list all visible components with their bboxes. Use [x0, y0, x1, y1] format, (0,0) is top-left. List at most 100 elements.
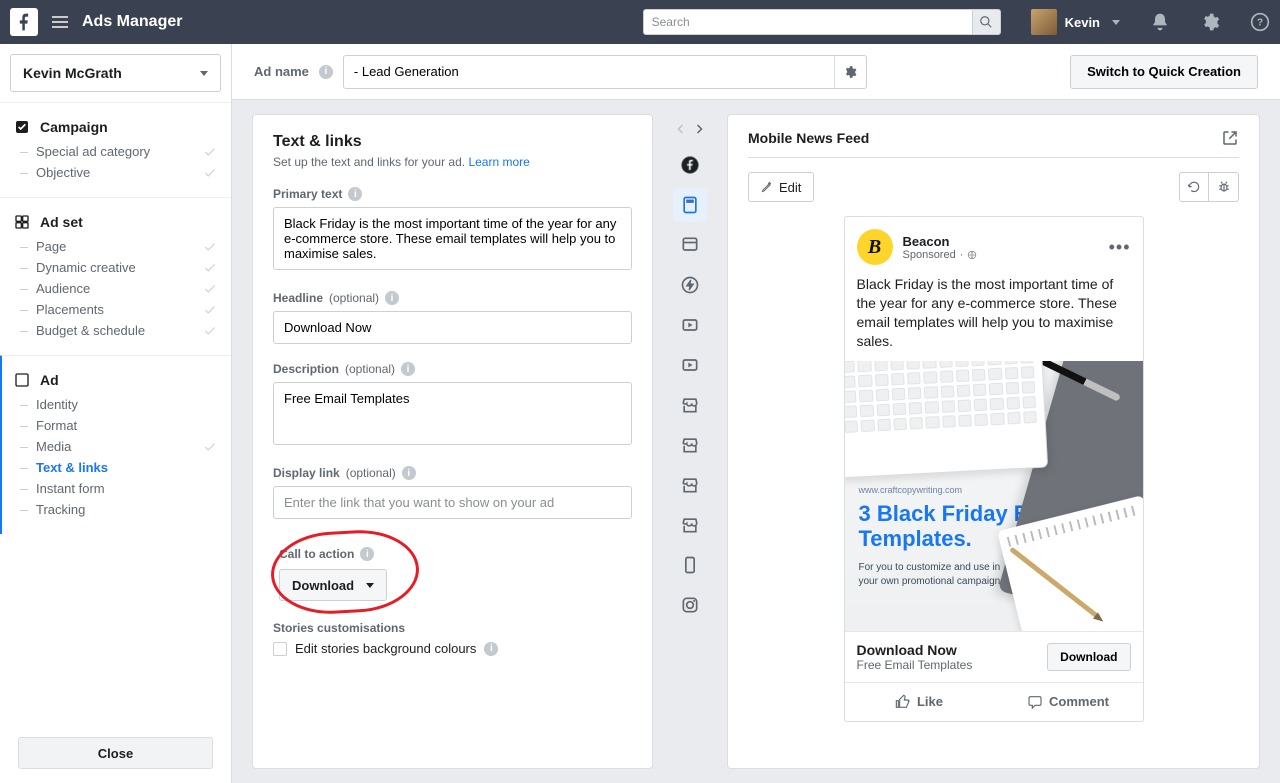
rail-desktop-feed[interactable]: [673, 228, 707, 262]
nav-item[interactable]: Media: [14, 436, 217, 457]
hamburger-icon[interactable]: [52, 16, 68, 28]
like-icon: [895, 694, 911, 710]
like-button[interactable]: Like: [845, 683, 994, 721]
rail-instream-mobile[interactable]: [673, 308, 707, 342]
video-icon: [680, 355, 700, 375]
ad-name-input[interactable]: [344, 64, 834, 79]
nav-item[interactable]: Budget & schedule: [14, 320, 217, 341]
nav-item[interactable]: Instant form: [14, 478, 217, 499]
refresh-icon: [1187, 180, 1201, 194]
rail-mobile-feed[interactable]: [673, 188, 707, 222]
comment-button[interactable]: Comment: [994, 683, 1143, 721]
headline-input[interactable]: [273, 311, 632, 344]
preview-card: Mobile News Feed Edit: [727, 114, 1260, 769]
rail-instagram[interactable]: [673, 588, 707, 622]
cta-selected: Download: [292, 578, 354, 593]
help-icon[interactable]: ?: [1250, 12, 1270, 32]
close-button[interactable]: Close: [18, 737, 213, 769]
brand-logo: B: [857, 229, 893, 265]
top-bar: Ads Manager Kevin ?: [0, 0, 1280, 44]
search-input[interactable]: [643, 9, 973, 35]
nav-item[interactable]: Tracking: [14, 499, 217, 520]
nav-item[interactable]: Identity: [14, 394, 217, 415]
nav-item[interactable]: Dynamic creative: [14, 257, 217, 278]
checkmark-icon: [203, 282, 217, 296]
nav-item[interactable]: Audience: [14, 278, 217, 299]
nav-group-campaign: Campaign Special ad category Objective: [0, 102, 231, 197]
info-icon[interactable]: i: [348, 187, 362, 201]
rail-stories[interactable]: [673, 548, 707, 582]
nav-item[interactable]: Objective: [14, 162, 217, 183]
bell-icon[interactable]: [1150, 12, 1170, 32]
ad-preview: B Beacon Sponsored · ••• Black Friday is…: [844, 216, 1144, 722]
description-input[interactable]: Free Email Templates: [273, 382, 632, 445]
checkbox-checked-icon: [14, 119, 30, 135]
info-icon[interactable]: i: [319, 65, 333, 79]
cta-dropdown[interactable]: Download: [279, 569, 387, 601]
rail-instream-desktop[interactable]: [673, 348, 707, 382]
rail-marketplace-4[interactable]: [673, 508, 707, 542]
bolt-icon: [680, 275, 700, 295]
rail-facebook[interactable]: [673, 148, 707, 182]
stories-checkbox[interactable]: [273, 642, 287, 656]
ad-link-row: Download Now Free Email Templates Downlo…: [845, 631, 1143, 682]
post-menu-icon[interactable]: •••: [1109, 237, 1131, 258]
nav-item[interactable]: Special ad category: [14, 141, 217, 162]
globe-icon: [967, 250, 977, 260]
cta-preview-button[interactable]: Download: [1047, 643, 1130, 671]
facebook-circle-icon: [680, 155, 700, 175]
info-icon[interactable]: i: [401, 362, 415, 376]
instagram-icon: [680, 595, 700, 615]
chevron-right-icon[interactable]: [693, 122, 705, 136]
nav-item-active[interactable]: Text & links: [14, 457, 217, 478]
search-button[interactable]: [973, 9, 1001, 35]
rail-instant-articles[interactable]: [673, 268, 707, 302]
link-title: Download Now: [857, 642, 973, 658]
rail-marketplace-2[interactable]: [673, 428, 707, 462]
storefront-icon: [680, 475, 700, 495]
checkmark-icon: [203, 166, 217, 180]
nav-item[interactable]: Placements: [14, 299, 217, 320]
stories-checkbox-label: Edit stories background colours: [295, 641, 476, 656]
ad-name-settings-button[interactable]: [834, 56, 866, 88]
info-icon[interactable]: i: [360, 547, 374, 561]
link-description: Free Email Templates: [857, 658, 973, 672]
primary-text-label: Primary text: [273, 187, 342, 201]
rail-marketplace-1[interactable]: [673, 388, 707, 422]
ad-name-label: Ad name: [254, 64, 309, 79]
nav-item[interactable]: Format: [14, 415, 217, 436]
nav-item[interactable]: Page: [14, 236, 217, 257]
info-icon[interactable]: i: [484, 642, 498, 656]
rail-marketplace-3[interactable]: [673, 468, 707, 502]
facebook-logo[interactable]: [10, 8, 38, 36]
highlight-oval: Call to actioni Download: [273, 533, 417, 611]
nav-group-adset: Ad set Page Dynamic creative Audience Pl…: [0, 197, 231, 355]
user-menu[interactable]: Kevin: [1031, 9, 1120, 35]
display-link-input[interactable]: [273, 486, 632, 519]
info-icon[interactable]: i: [385, 291, 399, 305]
pencil-icon: [761, 181, 773, 193]
info-icon[interactable]: i: [402, 466, 416, 480]
storefront-icon: [680, 435, 700, 455]
section-title: Text & links: [273, 133, 632, 151]
svg-text:?: ?: [1257, 17, 1263, 28]
app-title: Ads Manager: [82, 13, 182, 31]
primary-text-input[interactable]: Black Friday is the most important time …: [273, 207, 632, 270]
preview-edit-button[interactable]: Edit: [748, 172, 814, 202]
sponsored-label: Sponsored: [903, 249, 956, 261]
gear-icon[interactable]: [1200, 12, 1220, 32]
caret-down-icon: [1112, 20, 1120, 25]
nav-group-title: Ad set: [40, 214, 83, 230]
preview-title: Mobile News Feed: [748, 130, 869, 146]
ad-body-text: Black Friday is the most important time …: [857, 275, 1131, 351]
chevron-left-icon[interactable]: [675, 122, 687, 136]
external-link-icon[interactable]: [1221, 129, 1239, 147]
learn-more-link[interactable]: Learn more: [468, 155, 529, 169]
switch-creation-button[interactable]: Switch to Quick Creation: [1070, 55, 1258, 89]
avatar: [1031, 9, 1057, 35]
creative-subtext: For you to customize and use in your own…: [859, 561, 1019, 588]
debug-button[interactable]: [1209, 172, 1239, 202]
checkmark-icon: [203, 440, 217, 454]
refresh-button[interactable]: [1179, 172, 1209, 202]
account-selector[interactable]: Kevin McGrath: [10, 54, 221, 92]
